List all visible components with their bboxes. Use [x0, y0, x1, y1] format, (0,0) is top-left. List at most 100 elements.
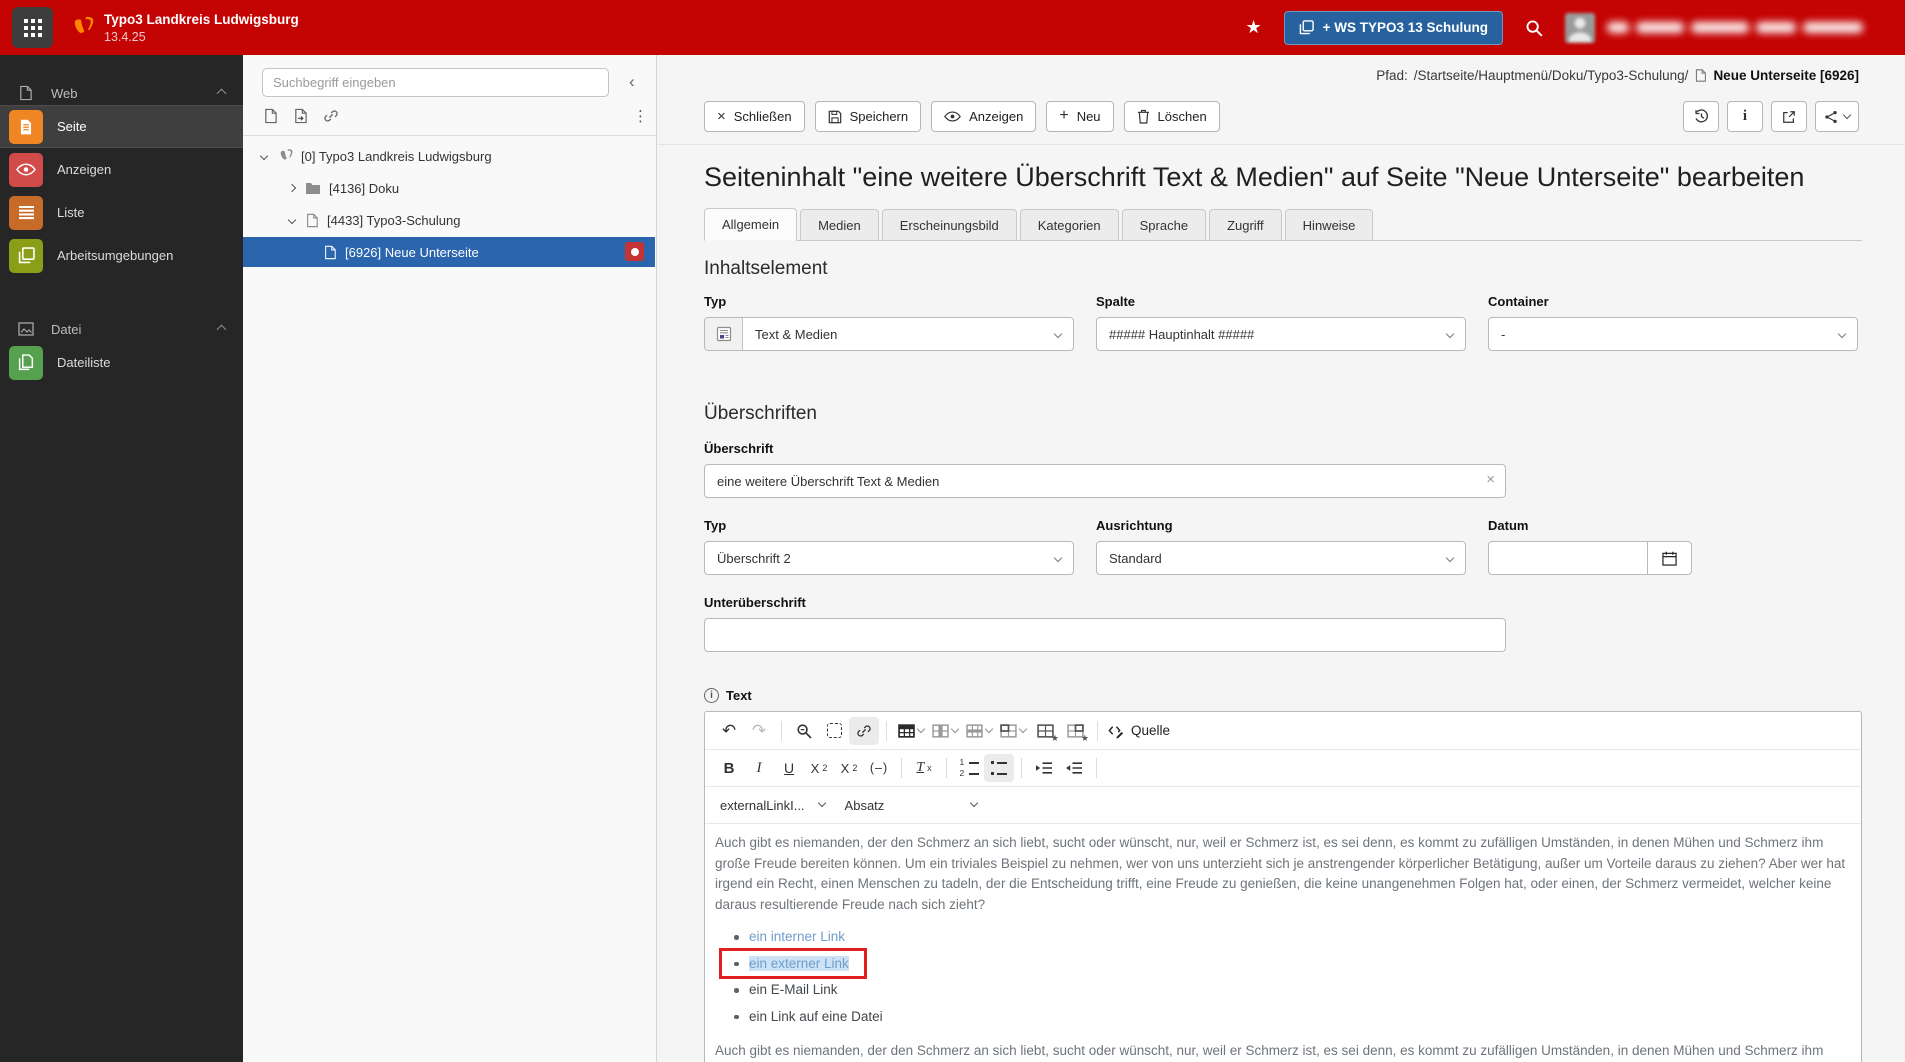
- tab-allgemein[interactable]: Allgemein: [704, 208, 798, 241]
- clear-icon[interactable]: ×: [1486, 472, 1495, 487]
- table-row-icon[interactable]: [962, 717, 996, 745]
- tab-erscheinungsbild[interactable]: Erscheinungsbild: [881, 209, 1017, 240]
- insert-table-icon[interactable]: [894, 717, 928, 745]
- redo-icon[interactable]: ↷: [744, 717, 774, 745]
- open-tsconfig-icon[interactable]: [293, 108, 308, 124]
- workspace-button[interactable]: + WS TYPO3 13 Schulung: [1283, 10, 1503, 45]
- chevron-down-icon[interactable]: [259, 151, 269, 161]
- text-field-label: i Text: [704, 688, 1862, 703]
- tab-kategorien[interactable]: Kategorien: [1019, 209, 1119, 240]
- link-icon[interactable]: [323, 108, 339, 124]
- remove-format-icon[interactable]: Tx: [909, 754, 939, 782]
- new-page-icon[interactable]: [263, 108, 278, 124]
- find-replace-icon[interactable]: [789, 717, 819, 745]
- soft-hyphen-icon[interactable]: (–): [864, 754, 894, 782]
- container-select[interactable]: -: [1488, 317, 1858, 351]
- page-tree: [0] Typo3 Landkreis Ludwigsburg [4136] D…: [243, 139, 655, 267]
- delete-button[interactable]: Löschen: [1123, 101, 1220, 132]
- search-icon[interactable]: [1525, 19, 1543, 37]
- tab-hinweise[interactable]: Hinweise: [1284, 209, 1374, 240]
- format-dropdown[interactable]: Absatz: [845, 798, 978, 813]
- sidebar-item-label: Arbeitsumgebungen: [57, 248, 174, 263]
- file-link[interactable]: ein Link auf eine Datei: [749, 1009, 883, 1024]
- tree-node-root[interactable]: [0] Typo3 Landkreis Ludwigsburg: [243, 141, 655, 171]
- source-button[interactable]: Quelle: [1107, 722, 1170, 739]
- superscript-icon[interactable]: X2: [834, 754, 864, 782]
- column-select[interactable]: ##### Hauptinhalt #####: [1096, 317, 1466, 351]
- bookmark-star-icon[interactable]: ★: [1245, 17, 1261, 38]
- sidebar-item-seite[interactable]: Seite: [0, 105, 243, 148]
- alignment-select[interactable]: Standard: [1096, 541, 1466, 575]
- rte-paragraph: Auch gibt es niemanden, der den Schmerz …: [715, 1043, 1824, 1058]
- sidebar-item-arbeitsumgebungen[interactable]: Arbeitsumgebungen: [0, 234, 243, 277]
- share-button[interactable]: [1815, 101, 1859, 132]
- tree-node-neue-unterseite-selected[interactable]: [6926] Neue Unterseite: [243, 237, 655, 267]
- date-input[interactable]: [1488, 541, 1648, 575]
- outdent-icon[interactable]: [1059, 754, 1089, 782]
- rte-content[interactable]: Auch gibt es niemanden, der den Schmerz …: [705, 824, 1861, 1062]
- new-button[interactable]: + Neu: [1046, 101, 1114, 132]
- internal-link[interactable]: ein interner Link: [749, 929, 845, 944]
- module-group-web[interactable]: Web: [0, 81, 243, 105]
- numbered-list-icon[interactable]: 12: [954, 754, 984, 782]
- tree-node-label: [0] Typo3 Landkreis Ludwigsburg: [301, 148, 492, 164]
- stop-editing-badge-icon[interactable]: [625, 242, 644, 261]
- tab-zugriff[interactable]: Zugriff: [1209, 209, 1282, 240]
- undo-icon[interactable]: ↶: [714, 717, 744, 745]
- tab-bar: Allgemein Medien Erscheinungsbild Katego…: [704, 208, 1862, 241]
- indent-icon[interactable]: [1029, 754, 1059, 782]
- sidebar-item-anzeigen[interactable]: Anzeigen: [0, 148, 243, 191]
- workspace-button-label: + WS TYPO3 13 Schulung: [1322, 20, 1488, 35]
- underline-icon[interactable]: U: [774, 754, 804, 782]
- merge-cells-icon[interactable]: [996, 717, 1030, 745]
- tree-search-input[interactable]: [262, 68, 609, 97]
- info-button[interactable]: i: [1727, 101, 1763, 132]
- calendar-button[interactable]: [1648, 541, 1692, 575]
- save-button[interactable]: Speichern: [814, 101, 922, 132]
- headline-type-select[interactable]: Überschrift 2: [704, 541, 1074, 575]
- tree-node-doku[interactable]: [4136] Doku: [243, 173, 655, 203]
- italic-icon[interactable]: I: [744, 754, 774, 782]
- external-link[interactable]: ein externer Link: [749, 955, 849, 971]
- chevron-down-icon[interactable]: [287, 215, 297, 225]
- source-button-label: Quelle: [1131, 723, 1171, 738]
- headline-input[interactable]: [704, 464, 1506, 498]
- user-name-redacted[interactable]: [1607, 22, 1863, 33]
- content-element-row: Typ Text & Medien Spalte ##### Hauptinha…: [704, 294, 1862, 351]
- sidebar-item-liste[interactable]: Liste: [0, 191, 243, 234]
- type-select[interactable]: Text & Medien: [704, 317, 1074, 351]
- info-circle-icon[interactable]: i: [704, 688, 719, 703]
- headline-options-row: Typ Überschrift 2 Ausrichtung Standard D…: [704, 518, 1862, 575]
- style-dropdown[interactable]: externalLinkI...: [720, 798, 826, 813]
- history-button[interactable]: [1683, 101, 1719, 132]
- page-tree-panel: ‹ ⋮ [0] Typo3 Landkreis Ludwigsburg [413…: [243, 55, 657, 1062]
- view-button[interactable]: Anzeigen: [931, 101, 1037, 132]
- tab-medien[interactable]: Medien: [800, 209, 879, 240]
- avatar[interactable]: [1565, 12, 1595, 43]
- list-item: ein Link auf eine Datei: [734, 1007, 1849, 1028]
- tree-node-typo3-schulung[interactable]: [4433] Typo3-Schulung: [243, 205, 655, 235]
- module-menu: Web Seite Anzeigen Liste Arbeitsumgebung…: [0, 55, 243, 1062]
- module-group-datei[interactable]: Datei: [0, 317, 243, 341]
- bullet-list-icon[interactable]: [984, 754, 1014, 782]
- subscript-icon[interactable]: X2: [804, 754, 834, 782]
- open-in-new-window-button[interactable]: [1771, 101, 1807, 132]
- chevron-right-icon[interactable]: [287, 183, 297, 193]
- rte-toolbar-row-3: externalLinkI... Absatz: [705, 787, 1861, 824]
- section-inhaltselement: Inhaltselement: [704, 258, 828, 279]
- table-properties-icon[interactable]: ★: [1030, 717, 1060, 745]
- modules-grid-button[interactable]: [12, 7, 53, 48]
- close-button[interactable]: × Schließen: [704, 101, 805, 132]
- link-icon[interactable]: [849, 716, 879, 745]
- email-link[interactable]: ein E-Mail Link: [749, 982, 838, 997]
- tab-sprache[interactable]: Sprache: [1121, 209, 1207, 240]
- sidebar-item-dateiliste[interactable]: Dateiliste: [0, 341, 243, 384]
- collapse-tree-icon[interactable]: ‹: [629, 73, 635, 90]
- select-all-icon[interactable]: [819, 717, 849, 745]
- tree-kebab-menu-icon[interactable]: ⋮: [633, 107, 648, 125]
- subheadline-input[interactable]: [704, 618, 1506, 652]
- table-column-icon[interactable]: [928, 717, 962, 745]
- cell-properties-icon[interactable]: ★: [1060, 717, 1090, 745]
- bold-icon[interactable]: B: [714, 754, 744, 782]
- record-title: Neue Unterseite [6926]: [1713, 68, 1859, 83]
